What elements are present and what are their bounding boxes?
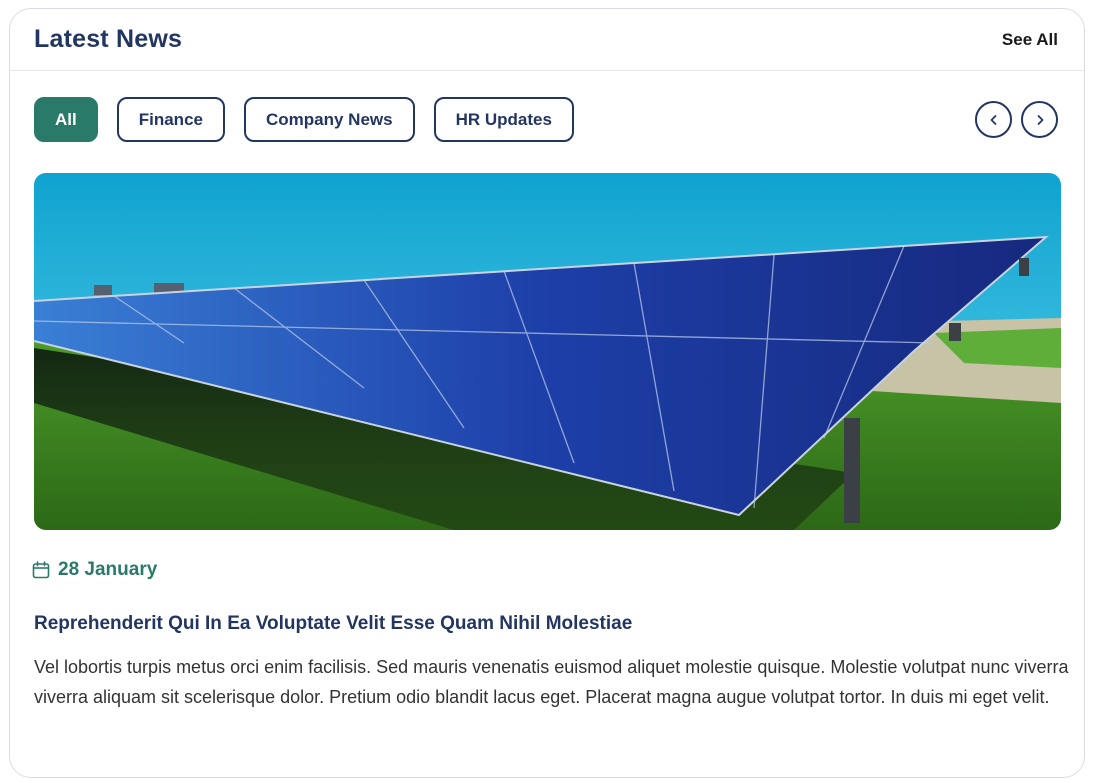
filter-chip-all[interactable]: All xyxy=(34,97,98,142)
card-header: Latest News See All xyxy=(10,9,1084,71)
article-body: Vel lobortis turpis metus orci enim faci… xyxy=(34,657,1069,707)
article-date-text: 28 January xyxy=(58,559,158,580)
filter-chip-company-news[interactable]: Company News xyxy=(243,97,415,142)
article-image[interactable] xyxy=(34,173,1061,530)
next-button[interactable] xyxy=(1021,101,1058,138)
article-date: 28 January xyxy=(32,559,157,581)
prev-button[interactable] xyxy=(975,101,1012,138)
filter-chip-finance[interactable]: Finance xyxy=(116,97,225,142)
solar-panel-photo xyxy=(34,173,1061,530)
carousel-controls xyxy=(975,101,1058,138)
see-all-link[interactable]: See All xyxy=(1002,30,1058,50)
filter-chip-hr-updates[interactable]: HR Updates xyxy=(433,97,574,142)
card-title: Latest News xyxy=(34,25,183,53)
calendar-icon xyxy=(32,561,50,579)
article-title[interactable]: Reprehenderit Qui In Ea Voluptate Velit … xyxy=(34,613,1064,635)
chevron-left-icon xyxy=(990,114,996,125)
chevron-right-icon xyxy=(1037,114,1043,125)
latest-news-card: Latest News See All All Finance Company … xyxy=(9,8,1085,778)
filter-bar: All Finance Company News HR Updates xyxy=(34,97,1058,142)
